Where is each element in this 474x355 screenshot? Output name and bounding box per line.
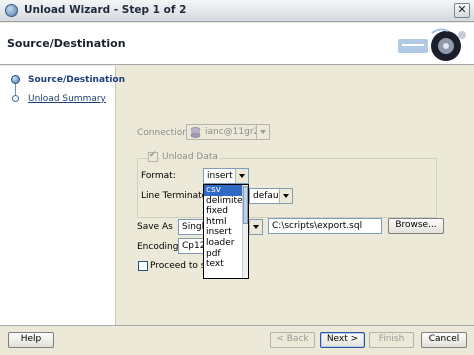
save-as-path-input[interactable]: C:\scripts\export.sql: [268, 218, 382, 234]
chevron-down-icon: [235, 169, 248, 183]
window-title: Unload Wizard - Step 1 of 2: [24, 4, 187, 16]
finish-button[interactable]: Finish: [369, 332, 414, 348]
encoding-label: Encoding:: [137, 242, 182, 252]
title-bar: Unload Wizard - Step 1 of 2 ✕: [0, 0, 474, 22]
page-title: Source/Destination: [7, 37, 126, 50]
format-select[interactable]: insert: [203, 168, 249, 184]
cancel-button[interactable]: Cancel: [421, 332, 467, 348]
connection-label: Connection:: [137, 128, 191, 138]
close-icon: ✕: [457, 3, 467, 16]
close-button[interactable]: ✕: [454, 3, 470, 18]
format-label: Format:: [141, 171, 176, 181]
proceed-to-summary-checkbox[interactable]: [138, 261, 148, 271]
browse-button[interactable]: Browse...: [388, 218, 444, 234]
database-icon: [190, 127, 201, 138]
format-option-csv[interactable]: csv: [204, 185, 242, 196]
format-option-delimited[interactable]: delimited: [204, 196, 248, 207]
dropdown-scrollbar[interactable]: [242, 185, 248, 278]
next-step-icon: [12, 95, 19, 102]
chevron-down-icon: [279, 189, 292, 203]
scrollbar-thumb[interactable]: [243, 186, 248, 224]
connection-value: ianc@11gr2: [205, 127, 260, 137]
format-option-text[interactable]: text: [204, 259, 242, 270]
step-source-destination[interactable]: Source/Destination: [28, 75, 125, 85]
save-as-label: Save As: [137, 222, 173, 232]
connection-select[interactable]: ianc@11gr2: [186, 124, 270, 140]
step-connector: [15, 84, 16, 95]
wizard-graphic: [398, 28, 466, 61]
format-option-fixed[interactable]: fixed: [204, 206, 242, 217]
format-option-loader[interactable]: loader: [204, 238, 242, 249]
footer-separator: [0, 325, 474, 326]
current-step-icon: [11, 75, 20, 84]
next-button[interactable]: Next >: [320, 332, 365, 348]
help-button[interactable]: Help: [8, 332, 54, 348]
chevron-down-icon: [256, 125, 269, 139]
format-dropdown-list[interactable]: csv delimited fixed html insert loader p…: [203, 184, 249, 279]
format-option-html[interactable]: html: [204, 217, 242, 228]
chevron-down-icon: [249, 220, 262, 234]
line-terminator-select[interactable]: default: [249, 188, 293, 204]
step-unload-summary[interactable]: Unload Summary: [28, 94, 106, 104]
format-option-insert[interactable]: insert: [204, 227, 242, 238]
unload-data-checkbox[interactable]: [148, 150, 158, 162]
format-option-pdf[interactable]: pdf: [204, 249, 242, 260]
steps-panel: Source/Destination Unload Summary: [0, 66, 125, 326]
app-icon: [5, 4, 18, 17]
wizard-header: Source/Destination: [0, 23, 474, 65]
unload-data-label: Unload Data: [160, 152, 220, 162]
format-value: insert: [207, 171, 233, 181]
back-button[interactable]: < Back: [270, 332, 315, 348]
